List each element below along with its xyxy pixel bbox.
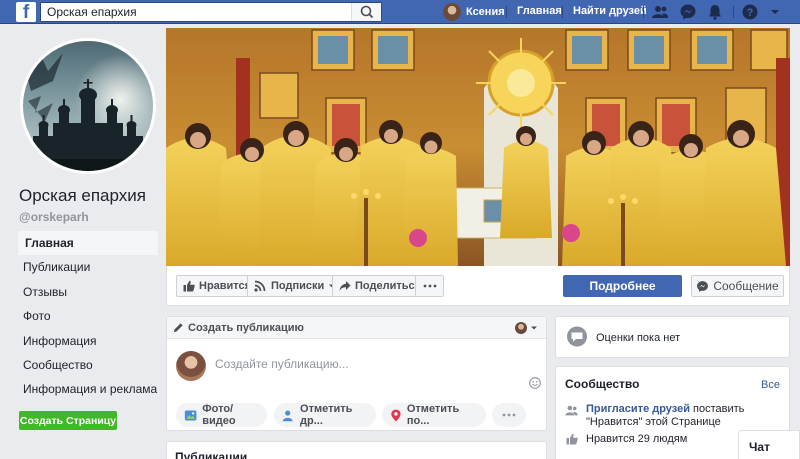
like-button[interactable]: Нравится — [176, 275, 259, 297]
more-options-button[interactable] — [415, 275, 444, 297]
photo-video-label: Фото/видео — [202, 403, 236, 427]
invite-friends-link[interactable]: Пригласите друзей — [586, 403, 690, 415]
svg-text:?: ? — [747, 7, 754, 19]
more-dots-icon — [423, 284, 436, 288]
invite-friends-icon — [565, 405, 578, 416]
cathedral-silhouette-image — [23, 41, 153, 171]
page-navigation: Главная Публикации Отзывы Фото Информаци… — [16, 231, 158, 402]
left-nav-item-posts[interactable]: Публикации — [16, 255, 158, 279]
composer-more-button[interactable] — [492, 403, 526, 427]
likes-count-text: Нравится 29 людям — [586, 433, 688, 445]
search-bar — [40, 2, 382, 22]
composer-text-input[interactable]: Создайте публикацию... — [215, 357, 349, 371]
follow-button-label: Подписки — [271, 280, 325, 292]
rating-chat-bubble-icon — [567, 326, 587, 347]
follow-button[interactable]: Подписки — [247, 275, 344, 297]
chevron-down-icon — [531, 326, 537, 330]
post-as-avatar — [515, 322, 527, 334]
photo-video-button[interactable]: Фото/видео — [176, 403, 267, 427]
nav-user-name: Ксения — [466, 6, 505, 18]
composer-actions: Фото/видео Отметить др... Отметить по... — [167, 399, 548, 431]
share-button-label: Поделиться — [355, 280, 422, 292]
page-username[interactable]: @orskeparh — [19, 210, 89, 224]
no-ratings-text: Оценки пока нет — [596, 332, 681, 344]
learn-more-button[interactable]: Подробнее — [563, 275, 682, 297]
nav-profile-link[interactable]: Ксения — [443, 2, 505, 22]
check-in-label: Отметить по... — [406, 403, 460, 427]
more-dots-icon — [502, 413, 516, 417]
publications-section-header: Публикации — [166, 441, 547, 459]
nav-find-friends-link[interactable]: Найти друзей — [573, 5, 647, 17]
post-as-selector[interactable] — [515, 322, 538, 334]
share-button[interactable]: Поделиться — [332, 275, 429, 297]
share-arrow-icon — [339, 281, 351, 291]
location-pin-icon — [391, 409, 401, 421]
left-nav-item-community[interactable]: Сообщество — [16, 353, 158, 377]
left-nav-item-reviews[interactable]: Отзывы — [16, 280, 158, 304]
messenger-icon — [697, 280, 709, 292]
page-action-bar: Нравится Подписки Поделиться Подробнее С… — [166, 266, 790, 306]
create-post-composer: Создать публикацию Создайте публикацию..… — [166, 316, 547, 431]
like-button-label: Нравится — [199, 280, 252, 292]
account-menu-chevron-down-icon[interactable] — [766, 3, 784, 21]
page-title: Орская епархия — [19, 186, 146, 205]
search-input[interactable] — [41, 3, 341, 21]
photo-icon — [184, 410, 197, 420]
invite-friends-text: Пригласите друзей поставить "Нравится" э… — [586, 403, 781, 429]
create-page-button[interactable]: Создать Страницу — [19, 411, 117, 430]
thumbs-up-icon — [183, 280, 195, 292]
messenger-icon[interactable] — [679, 3, 697, 21]
left-nav-item-home[interactable]: Главная — [16, 231, 158, 256]
nav-divider — [506, 6, 507, 18]
nav-divider — [733, 6, 734, 18]
friend-requests-icon[interactable] — [651, 3, 669, 21]
cover-photo[interactable] — [166, 28, 790, 266]
help-icon[interactable]: ? — [741, 3, 759, 21]
notifications-bell-icon[interactable] — [706, 3, 724, 21]
tag-friends-button[interactable]: Отметить др... — [274, 403, 376, 427]
left-nav-item-photos[interactable]: Фото — [16, 304, 158, 328]
left-nav-item-about[interactable]: Информация — [16, 329, 158, 353]
rss-follow-icon — [254, 280, 266, 292]
community-see-all-link[interactable]: Все — [761, 379, 780, 391]
ratings-box: Оценки пока нет — [555, 316, 790, 358]
church-service-photo — [166, 28, 790, 266]
check-in-button[interactable]: Отметить по... — [382, 403, 486, 427]
composer-header: Создать публикацию — [167, 317, 546, 339]
tag-friends-icon — [282, 409, 293, 421]
nav-home-link[interactable]: Главная — [517, 5, 562, 17]
search-icon — [360, 5, 374, 19]
composer-user-avatar — [176, 351, 206, 381]
composer-title: Создать публикацию — [188, 321, 304, 334]
left-nav-item-info-and-ads[interactable]: Информация и реклама — [16, 377, 158, 401]
send-message-button[interactable]: Сообщение — [691, 275, 784, 297]
tag-friends-label: Отметить др... — [300, 403, 353, 427]
user-avatar — [443, 3, 461, 21]
page-profile-picture[interactable] — [20, 38, 156, 174]
send-message-label: Сообщение — [713, 279, 779, 293]
search-button[interactable] — [351, 3, 381, 21]
pencil-icon — [173, 323, 183, 333]
nav-divider — [562, 6, 563, 18]
facebook-logo-icon[interactable]: f — [16, 2, 36, 22]
nav-divider — [643, 6, 644, 18]
community-title: Сообщество — [565, 377, 640, 391]
chat-sidebar-tab[interactable]: Чат — [738, 430, 800, 459]
emoji-icon[interactable] — [529, 377, 541, 389]
top-bar: f Ксения Главная Найти друзей ? — [0, 0, 800, 24]
thumbs-up-icon — [566, 433, 578, 445]
